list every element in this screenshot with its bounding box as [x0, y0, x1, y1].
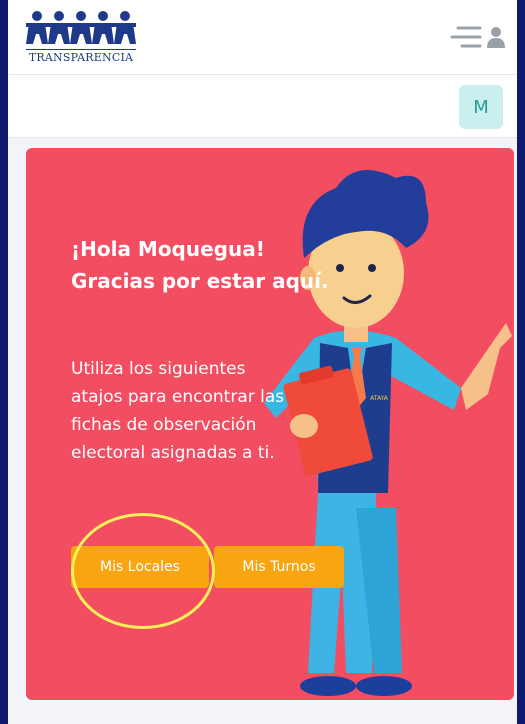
greeting-heading: ¡Hola Moquegua! Gracias por estar aquí. — [71, 233, 371, 297]
menu-button[interactable] — [448, 24, 506, 52]
app-screen: TRANSPARENCIA M ATAYA ¡Hola Moquegua! Gr… — [8, 0, 517, 724]
greeting-line-2: Gracias por estar aquí. — [71, 269, 329, 293]
welcome-card: ATAYA ¡Hola Moquegua! Gracias por estar … — [26, 148, 514, 700]
user-bar: M — [8, 75, 517, 138]
logo-text: TRANSPARENCIA — [26, 49, 136, 64]
hamburger-user-icon — [450, 26, 505, 48]
mis-turnos-button[interactable]: Mis Turnos — [214, 546, 344, 588]
intro-text: Utiliza los siguientes atajos para encon… — [71, 359, 285, 463]
logo-figures-icon — [26, 11, 136, 44]
vest-badge-text: ATAYA — [370, 395, 389, 402]
top-bar: TRANSPARENCIA — [8, 0, 517, 75]
greeting-line-1: ¡Hola Moquegua! — [71, 237, 265, 261]
transparencia-logo[interactable]: TRANSPARENCIA — [26, 10, 136, 66]
avatar[interactable]: M — [459, 85, 503, 129]
mis-locales-button[interactable]: Mis Locales — [71, 546, 209, 588]
